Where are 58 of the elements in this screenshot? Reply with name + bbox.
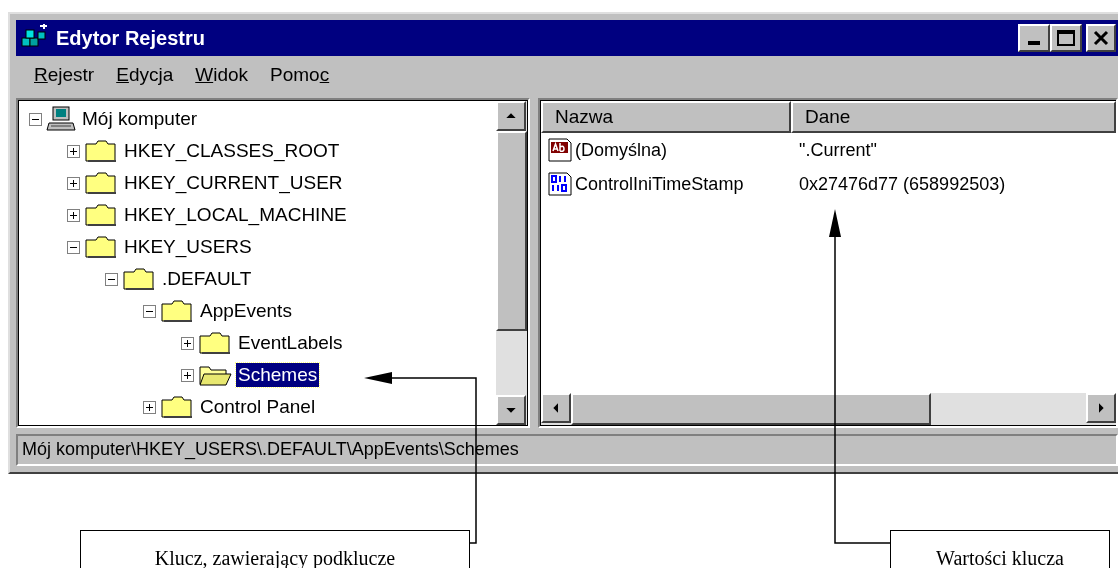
scroll-arrow-button[interactable]: [1086, 393, 1116, 423]
column-header[interactable]: Nazwa: [541, 101, 791, 133]
minimize-icon: [1028, 41, 1040, 45]
scroll-arrow-button[interactable]: [496, 395, 526, 425]
menu-item[interactable]: Rejestr: [34, 60, 95, 90]
value-name[interactable]: ControlIniTimeStamp: [575, 170, 744, 198]
value-data: 0x27476d77 (658992503): [798, 172, 1006, 196]
expand-icon[interactable]: [67, 176, 80, 190]
scroll-thumb[interactable]: [496, 131, 527, 331]
folder-icon: [84, 171, 118, 195]
scroll-arrow-button[interactable]: [541, 393, 571, 423]
maximize-icon: [1057, 30, 1075, 46]
horizontal-scrollbar[interactable]: [541, 393, 1116, 425]
folder-icon: [160, 299, 194, 323]
collapse-icon[interactable]: [67, 240, 80, 254]
expand-icon[interactable]: [181, 368, 194, 382]
tree-item[interactable]: Control Panel: [198, 395, 318, 419]
tree-item[interactable]: HKEY_USERS: [122, 235, 254, 259]
tree-item[interactable]: Schemes: [236, 363, 320, 387]
close-icon: [1093, 30, 1109, 46]
menu-item[interactable]: Pomoc: [270, 60, 330, 90]
expand-icon[interactable]: [143, 400, 156, 414]
expand-icon[interactable]: [181, 336, 194, 350]
menu-item[interactable]: Edycja: [116, 60, 174, 90]
tree-item[interactable]: AppEvents: [198, 299, 294, 323]
close-button[interactable]: [1086, 24, 1116, 52]
window-title: Edytor Rejestru: [56, 26, 205, 51]
folder-icon: [160, 395, 194, 419]
value-data: ".Current": [798, 138, 877, 162]
folder-icon: [198, 331, 232, 355]
tree-item[interactable]: HKEY_CLASSES_ROOT: [122, 139, 342, 163]
column-header[interactable]: Dane: [791, 101, 1116, 133]
vertical-scrollbar[interactable]: [496, 100, 528, 426]
folder-icon: [84, 139, 118, 163]
folder-icon: [122, 267, 156, 291]
tree-item[interactable]: HKEY_LOCAL_MACHINE: [122, 203, 349, 227]
open-folder-icon: [198, 363, 232, 387]
folder-icon: [84, 203, 118, 227]
tree-item[interactable]: Mój komputer: [80, 107, 200, 131]
collapse-icon[interactable]: [29, 112, 42, 126]
text-value-icon: [547, 137, 573, 163]
collapse-icon[interactable]: [143, 304, 156, 318]
callout-label: Wartości klucza: [890, 530, 1110, 568]
binary-value-icon: [547, 171, 573, 197]
tree-item[interactable]: EventLabels: [236, 331, 345, 355]
value-name[interactable]: (Domyślna): [575, 136, 667, 164]
scroll-arrow-button[interactable]: [496, 101, 526, 131]
computer-icon: [46, 106, 76, 132]
folder-icon: [84, 235, 118, 259]
tree-item[interactable]: .DEFAULT: [160, 267, 254, 291]
collapse-icon[interactable]: [105, 272, 118, 286]
maximize-button[interactable]: [1050, 24, 1082, 52]
tree-item[interactable]: HKEY_CURRENT_USER: [122, 171, 345, 195]
menu-item[interactable]: Widok: [195, 60, 249, 90]
expand-icon[interactable]: [67, 144, 80, 158]
expand-icon[interactable]: [67, 208, 80, 222]
scroll-thumb[interactable]: [571, 393, 931, 425]
minimize-button[interactable]: [1018, 24, 1050, 52]
